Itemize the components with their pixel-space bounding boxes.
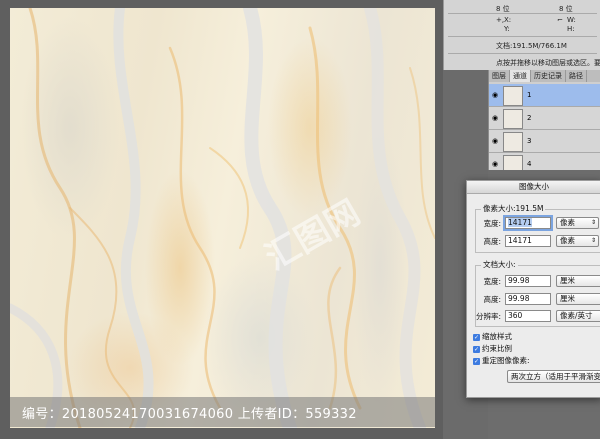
checkmark-icon: ✓ <box>473 357 480 365</box>
dialog-title: 图像大小 <box>467 181 600 194</box>
tab-paths[interactable]: 路径 <box>566 70 587 82</box>
x-label: X: <box>504 16 512 24</box>
channel-name: 3 <box>527 137 532 145</box>
doc-height-value: 99.98 <box>508 294 530 303</box>
eye-icon[interactable]: ◉ <box>492 160 498 168</box>
channel-name: 2 <box>527 114 532 122</box>
watermark-bar: 编号：20180524170031674060 上传者ID：559332 <box>10 397 435 427</box>
marble-veins <box>10 8 435 428</box>
channel-row-2[interactable]: ◉ 2 <box>489 107 600 130</box>
h-label: H: <box>567 25 575 33</box>
resolution-unit: 像素/英寸 <box>560 311 593 320</box>
channel-name: 1 <box>527 91 532 99</box>
document-size-label: 文档大小: <box>481 259 518 270</box>
image-size-dialog: 图像大小 像素大小:191.5M 宽度: 14171 像素 ⇕ 高度: 14171… <box>466 180 600 398</box>
resolution-unit-select[interactable]: 像素/英寸 <box>556 310 600 322</box>
doc-height-label: 高度: <box>483 295 501 304</box>
panel-tabs: 图层 通道 历史记录 路径 <box>489 70 600 82</box>
constrain-proportions-checkbox[interactable]: ✓ 约束比例 <box>473 343 512 354</box>
tab-channels[interactable]: 通道 <box>510 70 531 82</box>
tool-hint: 点按并拖移以移动图层或选区。要用附加 <box>496 59 600 67</box>
chevron-updown-icon: ⇕ <box>590 237 596 244</box>
height-unit: 像素 <box>560 236 575 245</box>
chevron-updown-icon: ⇕ <box>590 219 596 226</box>
checkmark-icon: ✓ <box>473 333 480 341</box>
info-panel: 8 位 8 位 +, X: Y: ⌐ W: H: 文档:191.5M/766.1… <box>443 0 600 70</box>
width-input[interactable]: 14171 <box>505 217 551 229</box>
scale-styles-checkbox[interactable]: ✓ 缩放样式 <box>473 331 512 342</box>
eye-icon[interactable]: ◉ <box>492 91 498 99</box>
w-label: W: <box>567 16 576 24</box>
constrain-label: 约束比例 <box>482 344 512 353</box>
channel-row-3[interactable]: ◉ 3 <box>489 130 600 153</box>
y-label: Y: <box>504 25 510 33</box>
height-input[interactable]: 14171 <box>505 235 551 247</box>
width-unit: 像素 <box>560 218 575 227</box>
eye-icon[interactable]: ◉ <box>492 114 498 122</box>
eye-icon[interactable]: ◉ <box>492 137 498 145</box>
channel-thumbnail <box>503 132 523 152</box>
doc-height-unit: 厘米 <box>560 294 575 303</box>
canvas-area[interactable]: 汇图网 编号：20180524170031674060 上传者ID：559332 <box>0 0 443 439</box>
resample-method-select[interactable]: 两次立方（适用于平滑渐变 <box>507 370 600 383</box>
checkmark-icon: ✓ <box>473 345 480 353</box>
resolution-value: 360 <box>508 311 523 320</box>
height-label: 高度: <box>483 237 501 246</box>
watermark-text: 编号：20180524170031674060 上传者ID：559332 <box>22 407 357 422</box>
doc-width-unit: 厘米 <box>560 276 575 285</box>
doc-height-input[interactable]: 99.98 <box>505 293 551 305</box>
pixel-dimensions-label: 像素大小:191.5M <box>481 203 546 214</box>
scale-styles-label: 缩放样式 <box>482 332 512 341</box>
tab-history[interactable]: 历史记录 <box>531 70 566 82</box>
doc-height-unit-select[interactable]: 厘米 <box>556 293 600 305</box>
width-unit-select[interactable]: 像素 ⇕ <box>556 217 599 229</box>
doc-width-input[interactable]: 99.98 <box>505 275 551 287</box>
marble-texture-image: 汇图网 <box>10 8 435 428</box>
crosshair-icon: +, <box>496 16 505 24</box>
channel-thumbnail <box>503 86 523 106</box>
height-value: 14171 <box>508 236 532 245</box>
doc-width-unit-select[interactable]: 厘米 <box>556 275 600 287</box>
channel-name: 4 <box>527 160 532 168</box>
width-value: 14171 <box>508 218 532 227</box>
doc-width-value: 99.98 <box>508 276 530 285</box>
layers-panel: 图层 通道 历史记录 路径 ◉ 1 ◉ 2 ◉ 3 ◉ 4 <box>488 70 600 176</box>
selection-size-icon: ⌐ <box>557 16 563 24</box>
resample-label: 重定图像像素: <box>482 356 530 365</box>
channel-thumbnail <box>503 109 523 129</box>
resolution-input[interactable]: 360 <box>505 310 551 322</box>
channel-row-1[interactable]: ◉ 1 <box>489 84 600 107</box>
doc-width-label: 宽度: <box>483 277 501 286</box>
document-size: 文档:191.5M/766.1M <box>496 42 567 50</box>
resolution-label: 分辨率: <box>475 312 501 321</box>
tab-layers[interactable]: 图层 <box>489 70 510 82</box>
height-unit-select[interactable]: 像素 ⇕ <box>556 235 599 247</box>
width-label: 宽度: <box>483 219 501 228</box>
resample-checkbox[interactable]: ✓ 重定图像像素: <box>473 355 530 366</box>
